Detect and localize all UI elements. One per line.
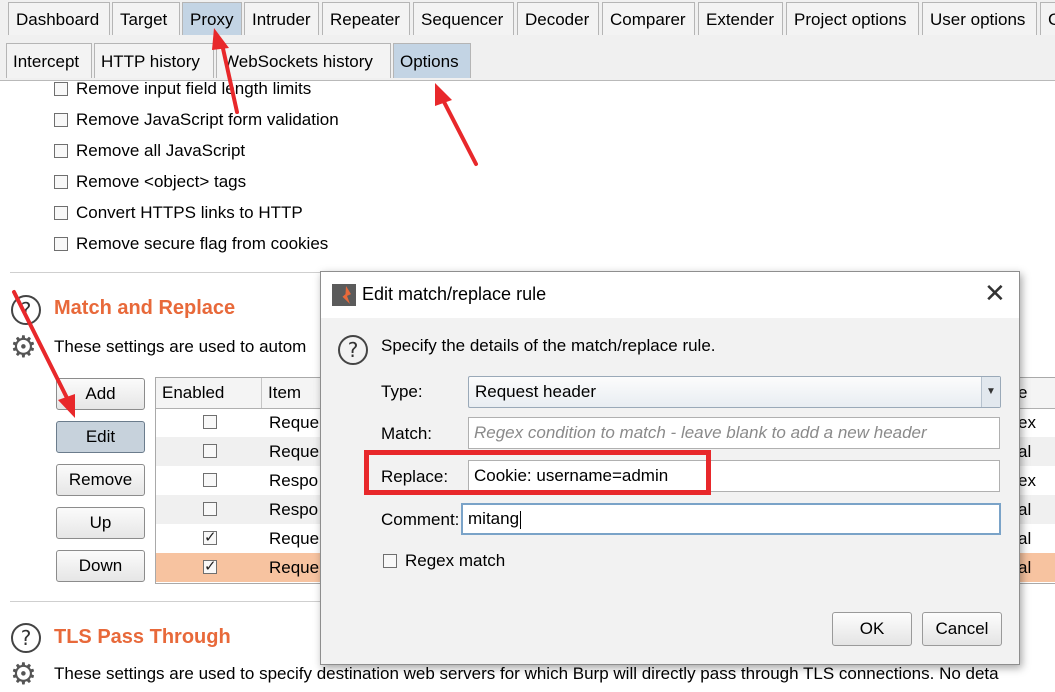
annotation-arrows xyxy=(12,28,478,418)
annotation-arrow-proxy xyxy=(220,42,239,114)
annotation-arrow-options xyxy=(440,96,478,166)
annotation-arrowhead xyxy=(435,83,452,106)
annotation-arrow-edit xyxy=(12,290,70,402)
annotation-arrowhead xyxy=(212,28,229,50)
annotation-arrowhead xyxy=(58,394,75,418)
